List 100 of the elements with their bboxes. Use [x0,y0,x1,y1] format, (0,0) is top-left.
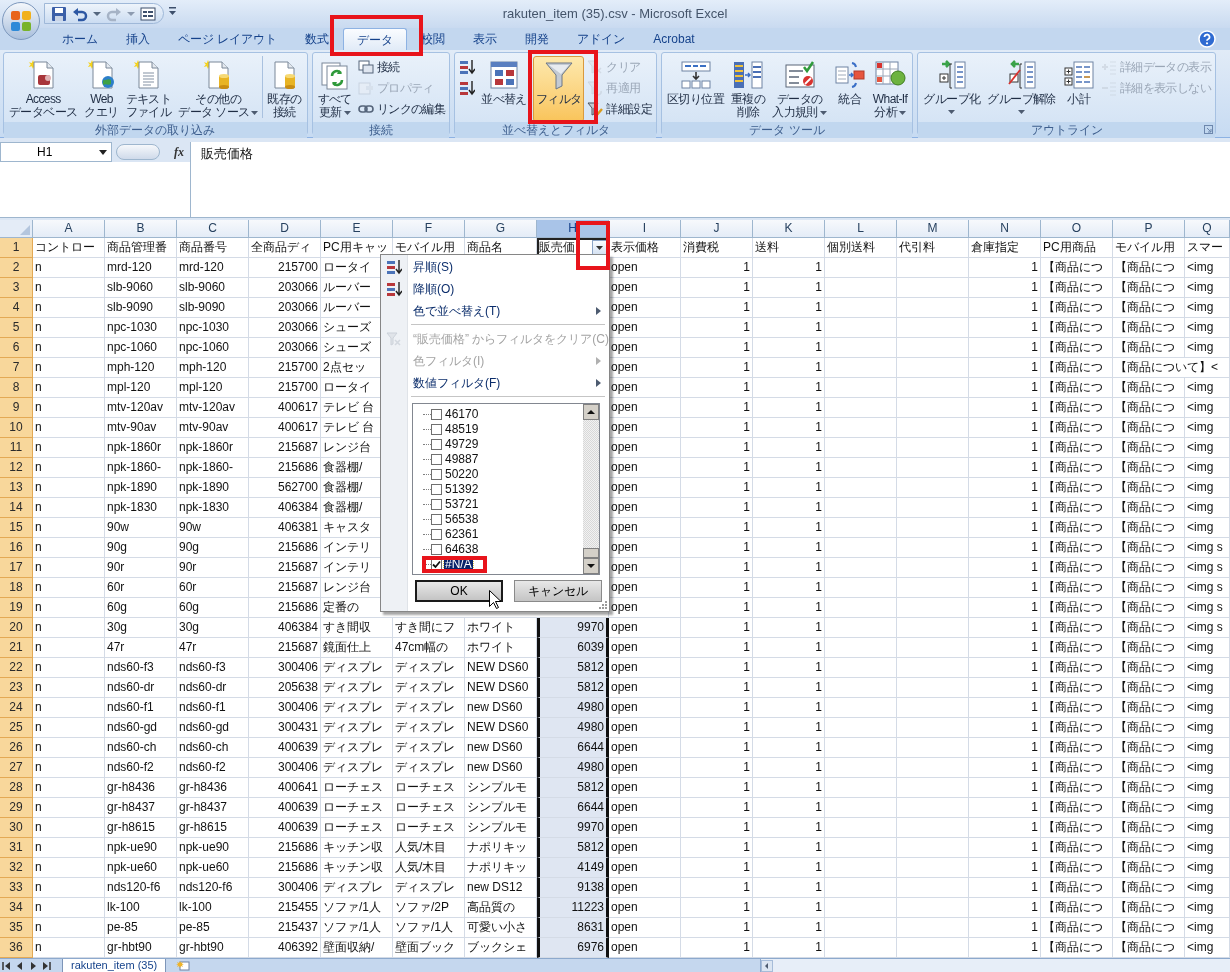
ribbon-button[interactable]: リンクの編集 [355,98,448,119]
ribbon-button[interactable]: その他の データ ソース [175,56,262,122]
row-header[interactable]: 5 [0,318,33,338]
column-header[interactable]: O [1041,220,1113,238]
ribbon-tab[interactable]: ページ レイアウト [164,28,292,50]
row-header[interactable]: 35 [0,918,33,938]
ribbon-tab[interactable]: データ [343,28,408,50]
row-header[interactable]: 25 [0,718,33,738]
row-header[interactable]: 19 [0,598,33,618]
customize-toolbar-button[interactable] [168,6,177,18]
checkbox[interactable] [431,529,442,540]
row-header[interactable]: 4 [0,298,33,318]
filter-value[interactable]: 46170 [444,408,480,421]
ribbon-tab[interactable]: アドイン [563,28,640,50]
row-header[interactable]: 8 [0,378,33,398]
row-header[interactable]: 6 [0,338,33,358]
checkbox[interactable] [431,559,442,570]
scroll-thumb[interactable] [583,548,599,558]
ribbon-button[interactable]: すべて 更新 [314,56,355,122]
row-header[interactable]: 13 [0,478,33,498]
column-header[interactable]: D [249,220,321,238]
filter-value[interactable]: 53721 [444,498,480,511]
name-box[interactable]: H1 [0,142,112,162]
row-header[interactable]: 21 [0,638,33,658]
row-header[interactable]: 27 [0,758,33,778]
row-header[interactable]: 34 [0,898,33,918]
filter-value[interactable]: 50220 [444,468,480,481]
column-header[interactable]: P [1113,220,1185,238]
row-header[interactable]: 16 [0,538,33,558]
row-header[interactable]: 17 [0,558,33,578]
menu-item[interactable]: 昇順(S) [381,256,609,278]
checkbox[interactable] [431,514,442,525]
row-header[interactable]: 2 [0,258,33,278]
row-header[interactable]: 9 [0,398,33,418]
ribbon-tab[interactable]: 挿入 [112,28,164,50]
first-sheet-button[interactable] [0,959,13,972]
ribbon-button[interactable]: Access データベース [6,56,81,122]
row-header[interactable]: 26 [0,738,33,758]
checkbox[interactable] [431,544,442,555]
row-header[interactable]: 23 [0,678,33,698]
ribbon-button[interactable]: 統合 [830,56,869,122]
ribbon-tab[interactable]: 表示 [459,28,512,50]
ribbon-button[interactable]: グループ化 [920,56,984,122]
help-button[interactable] [1198,30,1216,48]
ribbon-tab[interactable]: ホーム [48,28,112,50]
vertical-scrollbar[interactable] [583,404,599,574]
form-button[interactable] [140,5,156,22]
column-header[interactable]: A [33,220,105,238]
sheet-tab[interactable]: rakuten_item (35) [62,958,167,972]
ribbon-button[interactable]: 並べ替え [478,56,530,122]
column-header[interactable]: Q [1185,220,1230,238]
office-button[interactable] [2,2,40,40]
horizontal-scrollbar[interactable] [760,959,1230,972]
column-header[interactable]: I [609,220,681,238]
column-header[interactable]: G [465,220,537,238]
row-header[interactable]: 12 [0,458,33,478]
menu-item[interactable]: 降順(O) [381,278,609,300]
row-header[interactable]: 15 [0,518,33,538]
checkbox[interactable] [431,469,442,480]
column-header[interactable]: L [825,220,897,238]
filter-value[interactable]: 48519 [444,423,480,436]
ribbon-tab[interactable]: 数式 [291,28,344,50]
column-header[interactable]: K [753,220,825,238]
ribbon-button[interactable]: 小計 [1059,56,1098,122]
checkbox[interactable] [431,424,442,435]
checkbox[interactable] [431,409,442,420]
row-header[interactable]: 30 [0,818,33,838]
row-header[interactable]: 24 [0,698,33,718]
row-header[interactable]: 28 [0,778,33,798]
ribbon-button[interactable]: テキスト ファイル [122,56,175,122]
ribbon-button[interactable]: 接続 [355,56,448,77]
ribbon-tab[interactable]: Acrobat [639,28,709,50]
column-header[interactable]: J [681,220,753,238]
row-header[interactable]: 32 [0,858,33,878]
ribbon-button[interactable]: Web クエリ [81,56,122,122]
checkbox[interactable] [431,454,442,465]
row-header[interactable]: 20 [0,618,33,638]
row-header[interactable]: 7 [0,358,33,378]
row-header[interactable]: 11 [0,438,33,458]
ribbon-button[interactable]: What-If 分析 [869,56,911,122]
dialog-button[interactable]: キャンセル [514,580,602,602]
row-header[interactable]: 36 [0,938,33,958]
row-header[interactable]: 18 [0,578,33,598]
column-header[interactable]: N [969,220,1041,238]
save-button[interactable] [51,5,67,22]
checkbox[interactable] [431,484,442,495]
column-header[interactable]: B [105,220,177,238]
checkbox[interactable] [431,499,442,510]
row-header[interactable]: 22 [0,658,33,678]
row-header[interactable]: 1 [0,238,33,258]
formula-bar-handle[interactable] [116,144,160,160]
ribbon-button[interactable]: グループ解除 [984,56,1059,122]
undo-button[interactable] [72,5,88,22]
row-header[interactable]: 14 [0,498,33,518]
ribbon-tab[interactable]: 開発 [511,28,564,50]
filter-value[interactable]: 49729 [444,438,480,451]
ribbon-button[interactable]: 詳細設定 [585,98,654,119]
ribbon-button[interactable]: 重複の 削除 [728,56,769,122]
column-header[interactable]: E [321,220,393,238]
filter-value[interactable]: 62361 [444,528,480,541]
